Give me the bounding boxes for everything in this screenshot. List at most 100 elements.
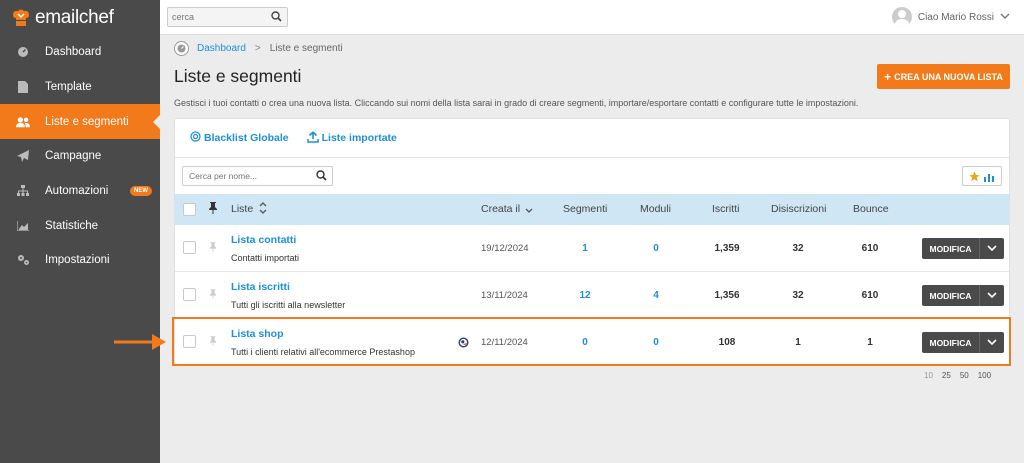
column-disiscrizioni[interactable]: Disiscrizioni (771, 203, 826, 215)
row-dropdown-button[interactable] (979, 332, 1004, 353)
disiscrizioni-count: 32 (792, 290, 804, 301)
column-bounce[interactable]: Bounce (853, 203, 889, 215)
sitemap-icon (16, 184, 30, 198)
row-actions: MODIFICA (922, 332, 1004, 353)
sidebar-item-label: Template (45, 81, 92, 94)
user-menu[interactable]: Ciao Mario Rossi (891, 7, 1010, 27)
moduli-count[interactable]: 0 (631, 243, 681, 254)
breadcrumb: Dashboard > Liste e segmenti (174, 41, 343, 56)
list-name-link[interactable]: Lista iscritti (231, 281, 290, 293)
disiscrizioni-count: 32 (792, 243, 804, 254)
sidebar-item-statistiche[interactable]: Statistiche (0, 208, 160, 243)
row-dropdown-button[interactable] (979, 285, 1004, 306)
paper-plane-icon (16, 149, 30, 163)
select-all-checkbox[interactable] (183, 203, 196, 216)
page-size-option[interactable]: 50 (960, 371, 969, 380)
column-segmenti[interactable]: Segmenti (563, 203, 607, 215)
gears-icon (16, 253, 30, 267)
brand-logo[interactable]: emailchef (0, 0, 160, 35)
sort-icon[interactable] (259, 201, 267, 218)
pin-icon[interactable] (209, 289, 217, 302)
column-iscritti[interactable]: Iscritti (712, 203, 739, 215)
imported-lists-link[interactable]: Liste importate (306, 130, 397, 146)
global-search (167, 7, 288, 27)
column-liste[interactable]: Liste (231, 203, 253, 215)
row-checkbox[interactable] (183, 241, 196, 254)
segmenti-count[interactable]: 0 (560, 337, 610, 348)
favorites-stats-button[interactable] (962, 166, 1002, 186)
home-icon[interactable] (174, 41, 189, 56)
column-creata-il[interactable]: Creata il (481, 203, 520, 215)
moduli-count[interactable]: 4 (631, 290, 681, 301)
sidebar-item-label: Liste e segmenti (45, 115, 129, 128)
created-date: 19/12/2024 (481, 243, 529, 254)
list-description: Tutti i clienti relativi all'ecommerce P… (231, 347, 415, 357)
sidebar-item-label: Automazioni (45, 185, 109, 198)
segmenti-count[interactable]: 1 (560, 243, 610, 254)
bounce-count: 1 (867, 337, 873, 348)
pin-icon[interactable] (209, 336, 217, 349)
row-actions: MODIFICA (922, 285, 1004, 306)
table-row: Lista contatti Contatti importati 19/12/… (175, 225, 1009, 272)
sidebar-item-impostazioni[interactable]: Impostazioni (0, 243, 160, 278)
sidebar-item-template[interactable]: Template (0, 70, 160, 105)
page-size-option[interactable]: 10 (924, 371, 933, 380)
name-search (182, 166, 333, 186)
global-search-input[interactable] (168, 8, 263, 26)
create-list-label: CREA UNA NUOVA LISTA (894, 71, 1003, 82)
page-size-option[interactable]: 100 (978, 371, 991, 380)
chevron-down-icon (987, 292, 997, 299)
chevron-down-icon (1000, 12, 1010, 23)
panel-links: Blacklist Globale Liste importate (175, 119, 1009, 158)
page-title: Liste e segmenti (174, 66, 302, 86)
iscritti-count: 108 (718, 337, 736, 348)
row-checkbox[interactable] (183, 288, 196, 301)
pin-icon[interactable] (209, 242, 217, 255)
column-moduli[interactable]: Moduli (640, 203, 671, 215)
imported-lists-label: Liste importate (321, 132, 397, 144)
row-checkbox[interactable] (183, 335, 196, 348)
moduli-count[interactable]: 0 (631, 337, 681, 348)
sidebar-item-label: Statistiche (45, 219, 99, 232)
new-badge: NEW (130, 185, 152, 196)
chef-hat-icon (13, 9, 29, 26)
topbar: Ciao Mario Rossi (160, 0, 1024, 35)
sidebar-item-campagne[interactable]: Campagne (0, 139, 160, 174)
chevron-down-icon (987, 245, 997, 252)
bar-chart-icon (984, 173, 994, 182)
breadcrumb-current: Liste e segmenti (269, 43, 343, 54)
avatar (891, 7, 912, 27)
search-icon[interactable] (316, 170, 327, 184)
page-description: Gestisci i tuoi contatti o crea una nuov… (174, 98, 859, 108)
page-size-selector: 10 25 50 100 (924, 371, 1000, 380)
modifica-button[interactable]: MODIFICA (922, 238, 979, 259)
list-description: Tutti gli iscritti alla newsletter (231, 300, 346, 310)
sidebar-item-dashboard[interactable]: Dashboard (0, 35, 160, 70)
chevron-down-icon[interactable] (525, 205, 533, 217)
list-name-link[interactable]: Lista contatti (231, 234, 296, 246)
modifica-button[interactable]: MODIFICA (922, 285, 979, 306)
modifica-button[interactable]: MODIFICA (922, 332, 979, 353)
breadcrumb-dashboard-link[interactable]: Dashboard (197, 43, 246, 54)
sidebar-item-label: Impostazioni (45, 254, 110, 267)
create-list-button[interactable]: + CREA UNA NUOVA LISTA (877, 64, 1010, 89)
bounce-count: 610 (861, 243, 879, 254)
segmenti-count[interactable]: 12 (560, 290, 610, 301)
created-date: 12/11/2024 (481, 337, 528, 348)
list-name-link[interactable]: Lista shop (231, 328, 284, 340)
chevron-down-icon (987, 339, 997, 346)
sidebar-item-liste-e-segmenti[interactable]: Liste e segmenti (0, 104, 160, 140)
document-icon (16, 80, 30, 94)
target-icon (190, 131, 201, 145)
user-greeting: Ciao Mario Rossi (917, 11, 994, 23)
disiscrizioni-count: 1 (795, 337, 801, 348)
page-size-option[interactable]: 25 (942, 371, 951, 380)
iscritti-count: 1,356 (714, 290, 740, 301)
blacklist-link[interactable]: Blacklist Globale (190, 131, 289, 145)
star-icon (969, 171, 980, 181)
name-search-input[interactable] (183, 167, 313, 185)
row-dropdown-button[interactable] (979, 238, 1004, 259)
sidebar-item-automazioni[interactable]: Automazioni NEW (0, 174, 160, 209)
search-icon[interactable] (271, 11, 282, 25)
table-row: Lista iscritti Tutti gli iscritti alla n… (175, 272, 1009, 319)
